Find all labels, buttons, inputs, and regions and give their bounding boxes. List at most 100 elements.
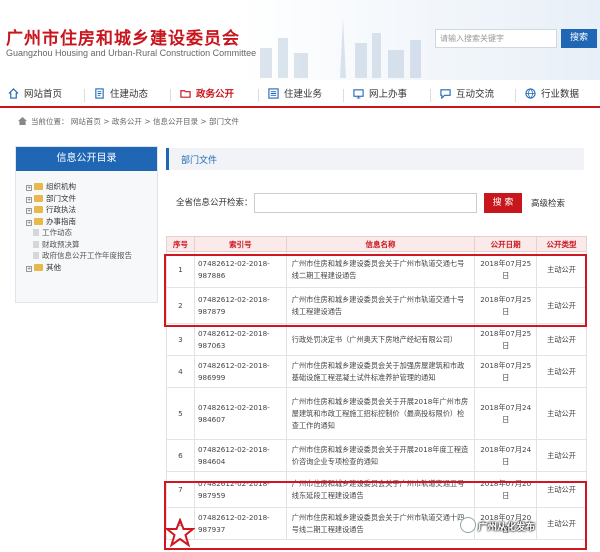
publish-date: 2018年07月24日 bbox=[474, 439, 538, 472]
section-title: 部门文件 bbox=[181, 156, 218, 166]
sidebar-item-annual-report[interactable]: 政府信息公开工作年度报告 bbox=[26, 250, 157, 262]
nav-label: 政务公开 bbox=[196, 89, 235, 100]
nav-divider bbox=[430, 89, 431, 102]
publish-date: 2018年07月24日 bbox=[474, 387, 538, 440]
column-header: 信息名称 bbox=[285, 236, 476, 252]
home-icon bbox=[8, 88, 19, 99]
nav-divider bbox=[258, 89, 259, 102]
list-icon bbox=[268, 88, 279, 99]
table-row[interactable]: 4 07482612-02-2018-986999 广州市住房和城乡建设委员会关… bbox=[166, 355, 587, 388]
column-header: 公开类型 bbox=[536, 236, 587, 252]
nav-label: 网上办事 bbox=[369, 89, 408, 100]
nav-divider bbox=[343, 89, 344, 102]
document-icon bbox=[33, 229, 39, 236]
sidebar-item-guide[interactable]: + 办事指南 bbox=[26, 216, 157, 228]
document-title-link[interactable]: 广州市住房和城乡建设委员会关于加强房屋建筑和市政基础设施工程混凝土试件标准养护管… bbox=[285, 355, 476, 388]
nav-item-business[interactable]: 住建业务 bbox=[268, 84, 322, 106]
table-row[interactable]: 5 07482612-02-2018-984607 广州市住房和城乡建设委员会关… bbox=[166, 387, 587, 440]
chat-icon bbox=[440, 89, 451, 99]
table-header: 序号 索引号 信息名称 公开日期 公开类型 bbox=[166, 236, 587, 252]
sidebar-item-label: 部门文件 bbox=[46, 193, 76, 203]
nav-item-public[interactable]: 政务公开 bbox=[180, 84, 234, 106]
nav-item-home[interactable]: 网站首页 bbox=[8, 84, 62, 106]
folder-icon bbox=[34, 183, 43, 190]
sidebar-item-label: 其他 bbox=[46, 262, 61, 272]
breadcrumb-text: 当前位置： 网站首页 > 政务公开 > 信息公开目录 > 部门文件 bbox=[31, 117, 240, 126]
publish-type: 主动公开 bbox=[536, 387, 587, 440]
folder-icon bbox=[180, 90, 191, 98]
highlight-box-rows-1-2 bbox=[164, 254, 587, 327]
site-title: 广州市住房和城乡建设委员会 bbox=[6, 29, 240, 49]
publish-type: 主动公开 bbox=[536, 439, 587, 472]
globe-icon bbox=[525, 88, 536, 99]
watermark-logo-icon bbox=[460, 517, 476, 533]
sidebar-item-docs[interactable]: + 部门文件 bbox=[26, 193, 157, 205]
monitor-icon bbox=[353, 89, 364, 99]
sidebar-item-label: 政府信息公开工作年度报告 bbox=[42, 251, 132, 260]
nav-item-data[interactable]: 行业数据 bbox=[525, 84, 579, 106]
document-title-link[interactable]: 广州市住房和城乡建设委员会关于开展2018年广州市房屋建筑和市政工程施工招标控制… bbox=[285, 387, 476, 440]
expand-icon[interactable]: + bbox=[26, 265, 32, 272]
document-title-link[interactable]: 广州市住房和城乡建设委员会关于开展2018年度工程造价咨询企业专项检查的通知 bbox=[285, 439, 476, 472]
document-title-link[interactable]: 行政处罚决定书（广州奥天下房地产经纪有限公司） bbox=[285, 323, 476, 356]
column-header: 索引号 bbox=[193, 236, 287, 252]
publish-type: 主动公开 bbox=[536, 323, 587, 356]
sidebar-item-label: 行政执法 bbox=[46, 205, 76, 214]
site-header: 广州市住房和城乡建设委员会 Guangzhou Housing and Urba… bbox=[0, 0, 600, 80]
expand-icon[interactable]: + bbox=[26, 219, 32, 226]
document-icon bbox=[33, 240, 39, 248]
nav-item-online[interactable]: 网上办事 bbox=[353, 84, 407, 106]
sidebar-title: 信息公开目录 bbox=[16, 147, 157, 171]
province-search-button[interactable]: 搜 索 bbox=[484, 193, 522, 213]
nav-divider bbox=[84, 89, 85, 102]
sidebar-item-other[interactable]: + 其他 bbox=[26, 262, 157, 274]
folder-icon bbox=[34, 217, 43, 225]
column-header: 序号 bbox=[166, 236, 195, 252]
nav-item-news[interactable]: 住建动态 bbox=[94, 84, 148, 106]
home-icon bbox=[18, 117, 27, 125]
highlight-box-rows-7-8 bbox=[164, 481, 587, 550]
sidebar-item-label: 办事指南 bbox=[46, 216, 76, 226]
publish-type: 主动公开 bbox=[536, 355, 587, 388]
folder-icon bbox=[34, 194, 43, 202]
sidebar: 信息公开目录 + 组织机构 + 部门文件 + 行政执法 + 办事指南 工作动态 财政预决… bbox=[15, 146, 158, 303]
expand-icon[interactable]: + bbox=[26, 208, 32, 214]
expand-icon[interactable]: + bbox=[26, 185, 32, 191]
search-input[interactable]: 请输入搜索关键字 bbox=[435, 29, 557, 48]
nav-label: 住建动态 bbox=[110, 89, 149, 100]
main-nav: 网站首页 住建动态 政务公开 住建业务 网上办事 互动交流 行业数据 bbox=[0, 84, 600, 108]
sidebar-tree: + 组织机构 + 部门文件 + 行政执法 + 办事指南 工作动态 财政预决算 政府信息公… bbox=[16, 171, 157, 273]
search-button[interactable]: 搜索 bbox=[561, 29, 597, 48]
row-number: 4 bbox=[166, 355, 195, 388]
column-header: 公开日期 bbox=[474, 236, 538, 252]
nav-label: 住建业务 bbox=[284, 89, 323, 100]
index-number: 07482612-02-2018-984604 bbox=[193, 439, 287, 472]
province-search-input[interactable] bbox=[254, 193, 477, 213]
sidebar-item-budget[interactable]: 财政预决算 bbox=[26, 239, 157, 251]
sidebar-item-enforcement[interactable]: + 行政执法 bbox=[26, 204, 157, 216]
row-number: 3 bbox=[166, 323, 195, 356]
row-number: 6 bbox=[166, 439, 195, 472]
breadcrumb: 当前位置： 网站首页 > 政务公开 > 信息公开目录 > 部门文件 bbox=[18, 116, 239, 127]
index-number: 07482612-02-2018-984607 bbox=[193, 387, 287, 440]
document-icon bbox=[33, 252, 39, 259]
sidebar-item-label: 财政预决算 bbox=[42, 239, 80, 249]
nav-label: 网站首页 bbox=[24, 89, 63, 100]
folder-icon bbox=[34, 263, 43, 271]
nav-item-interact[interactable]: 互动交流 bbox=[440, 84, 494, 106]
search-label: 全省信息公开检索： bbox=[176, 198, 253, 208]
sidebar-item-label: 工作动态 bbox=[42, 228, 72, 237]
advanced-search-link[interactable]: 高级检索 bbox=[531, 197, 565, 209]
publish-date: 2018年07月25日 bbox=[474, 323, 538, 356]
index-number: 07482612-02-2018-987063 bbox=[193, 323, 287, 356]
sidebar-item-org[interactable]: + 组织机构 bbox=[26, 181, 157, 193]
star-icon bbox=[165, 518, 195, 548]
table-row[interactable]: 6 07482612-02-2018-984604 广州市住房和城乡建设委员会关… bbox=[166, 439, 587, 472]
expand-icon[interactable]: + bbox=[26, 196, 32, 203]
document-icon bbox=[95, 88, 104, 99]
table-row[interactable]: 3 07482612-02-2018-987063 行政处罚决定书（广州奥天下房… bbox=[166, 323, 587, 356]
sidebar-item-work-news[interactable]: 工作动态 bbox=[26, 227, 157, 239]
watermark-text: 广州从化发布 bbox=[478, 522, 536, 533]
site-subtitle: Guangzhou Housing and Urban-Rural Constr… bbox=[6, 48, 257, 58]
index-number: 07482612-02-2018-986999 bbox=[193, 355, 287, 388]
